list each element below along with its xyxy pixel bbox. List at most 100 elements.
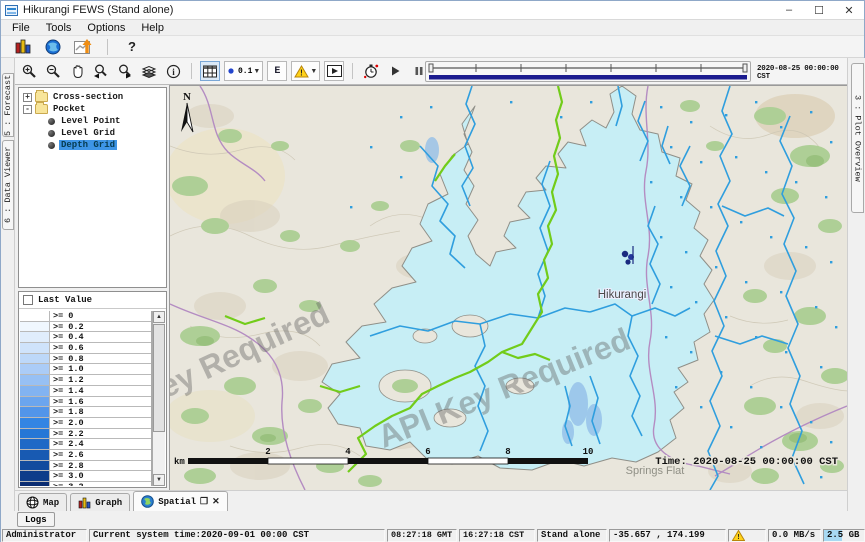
legend-row: >= 1.4: [20, 386, 151, 397]
legend-row: >= 0.2: [20, 322, 151, 333]
tree-item-pocket[interactable]: - Pocket: [19, 103, 166, 115]
animation-export-button[interactable]: [324, 61, 344, 81]
collapse-icon[interactable]: -: [23, 105, 32, 114]
zoom-previous-icon[interactable]: [91, 61, 111, 81]
status-warning-cell[interactable]: !: [728, 529, 766, 542]
menu-tools[interactable]: Tools: [39, 21, 79, 35]
minimize-button[interactable]: –: [774, 1, 804, 19]
svg-text:i: i: [172, 67, 175, 77]
scroll-down-icon[interactable]: ▼: [153, 474, 165, 486]
tab-data-viewer[interactable]: 6 : Data Viewer: [2, 140, 14, 230]
folder-icon: [35, 104, 48, 114]
tree-item-level-point[interactable]: Level Point: [19, 115, 166, 127]
tab-graph[interactable]: Graph: [70, 493, 130, 511]
timeline-range-bar: [429, 75, 747, 80]
profile-display-button[interactable]: E: [267, 61, 287, 81]
node-bullet-icon: [48, 130, 55, 137]
reports-icon[interactable]: [13, 37, 33, 57]
data-panel: + Cross-section - Pocket Level Point Lev…: [15, 85, 170, 490]
legend-row: >= 0.4: [20, 332, 151, 343]
legend-swatch: [20, 375, 50, 385]
zoom-next-icon[interactable]: [115, 61, 135, 81]
map-view[interactable]: API Key Required API Key Required Hikura…: [170, 85, 847, 490]
main-toolbar: ?: [1, 36, 864, 58]
logs-button[interactable]: Logs: [17, 512, 55, 527]
svg-text:km: km: [174, 457, 185, 467]
scroll-up-icon[interactable]: ▲: [153, 311, 165, 323]
help-button[interactable]: ?: [122, 37, 142, 57]
pan-hand-icon[interactable]: [67, 61, 87, 81]
zoom-in-icon[interactable]: [19, 61, 39, 81]
menu-help[interactable]: Help: [134, 21, 171, 35]
window-controls: – ☐ ✕: [774, 1, 864, 19]
legend-swatch: [20, 311, 50, 321]
classification-dropdown[interactable]: 0.1 ▼: [224, 61, 263, 81]
legend-swatch: [20, 471, 50, 481]
menu-bar: File Tools Options Help: [1, 20, 864, 36]
svg-text:!: !: [736, 534, 740, 541]
svg-text:N: N: [183, 91, 191, 103]
info-icon[interactable]: i: [163, 61, 183, 81]
maximize-button[interactable]: ☐: [804, 1, 834, 19]
status-bar: Administrator Current system time:2020-0…: [1, 529, 865, 542]
selected-tree-label: Depth Grid: [59, 140, 117, 150]
legend-swatch: [20, 397, 50, 407]
globe-icon[interactable]: [43, 37, 63, 57]
svg-text:2: 2: [265, 447, 270, 457]
grid-display-toggle[interactable]: [200, 61, 220, 81]
zoom-out-icon[interactable]: [43, 61, 63, 81]
tree-item-depth-grid[interactable]: Depth Grid: [19, 139, 166, 151]
logs-row: Logs: [1, 511, 865, 529]
status-local-time: 16:27:18 CST: [459, 529, 535, 542]
legend-row: >= 1.0: [20, 364, 151, 375]
warning-triangle-icon: !: [294, 65, 309, 78]
legend-swatch: [20, 386, 50, 396]
close-button[interactable]: ✕: [834, 1, 864, 19]
tab-map[interactable]: Map: [18, 493, 67, 511]
timeline-datetime: 2020-08-25 00:00:00 CST: [757, 65, 849, 81]
layers-icon[interactable]: [139, 61, 159, 81]
classification-value: 0.1: [238, 67, 252, 76]
play-button[interactable]: [385, 61, 405, 81]
spatial-display-icon[interactable]: [73, 37, 93, 57]
svg-text:!: !: [301, 68, 304, 77]
tab-forecast[interactable]: 5 : Forecast: [2, 73, 14, 137]
tab-spatial[interactable]: Spatial ❐ ✕: [133, 491, 227, 511]
stopwatch-icon[interactable]: [361, 61, 381, 81]
status-coordinates: -35.657 , 174.199: [609, 529, 726, 542]
legend-row: >= 1.8: [20, 407, 151, 418]
status-system-time: Current system time:2020-09-01 00:00 CST: [89, 529, 385, 542]
legend-row: >= 0.8: [20, 354, 151, 365]
legend-scrollbar[interactable]: ▲ ▼: [152, 311, 165, 486]
svg-text:6: 6: [425, 447, 430, 457]
menu-file[interactable]: File: [5, 21, 37, 35]
status-memory: 2.5 GB: [823, 529, 865, 542]
legend-swatch: [20, 418, 50, 428]
tree-item-level-grid[interactable]: Level Grid: [19, 127, 166, 139]
map-time-label: Time: 2020-08-25 00:00:00 CST: [655, 456, 838, 468]
tab-maximize-icon[interactable]: ❐: [200, 497, 208, 507]
svg-text:10: 10: [583, 447, 594, 457]
legend-row: >= 2.2: [20, 429, 151, 440]
menu-options[interactable]: Options: [80, 21, 132, 35]
expand-icon[interactable]: +: [23, 93, 32, 102]
legend-panel: Last Value >= 0 >= 0.2 >= 0.4 >= 0.6 >= …: [18, 291, 167, 488]
status-user: Administrator: [2, 529, 87, 542]
legend-row: >= 2.8: [20, 461, 151, 472]
last-value-checkbox[interactable]: [23, 295, 33, 305]
svg-text:4: 4: [345, 447, 351, 457]
layer-tree: + Cross-section - Pocket Level Point Lev…: [18, 87, 167, 288]
scrollbar-thumb[interactable]: [153, 324, 165, 432]
legend-swatch: [20, 332, 50, 342]
town-label: Hikurangi: [598, 289, 647, 301]
timeline-slider[interactable]: [425, 61, 751, 82]
node-bullet-icon: [48, 142, 55, 149]
tab-close-icon[interactable]: ✕: [212, 497, 220, 507]
legend-row: >= 2.6: [20, 450, 151, 461]
title-bar: Hikurangi FEWS (Stand alone) – ☐ ✕: [1, 1, 864, 20]
tab-plot-overview[interactable]: 3 : Plot Overview: [851, 63, 864, 213]
warning-triangle-icon: !: [732, 530, 745, 541]
chevron-down-icon: ▼: [253, 68, 260, 75]
thresholds-warning-dropdown[interactable]: ! ▼: [291, 61, 320, 81]
legend-swatch: [20, 364, 50, 374]
